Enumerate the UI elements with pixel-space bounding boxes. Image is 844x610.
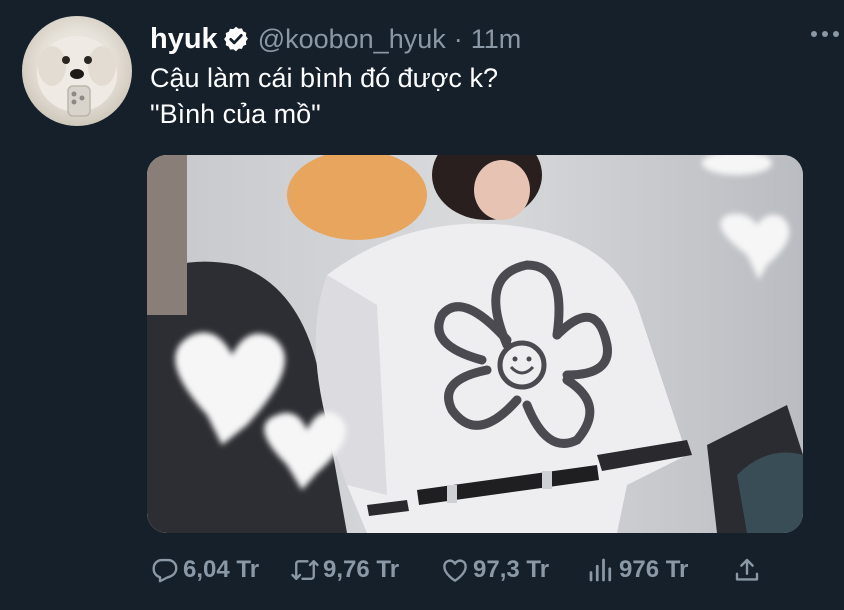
avatar-dog-image <box>37 36 117 117</box>
user-handle[interactable]: @koobon_hyuk <box>258 24 446 55</box>
header-separator: · <box>453 23 463 54</box>
reply-bubble-icon <box>150 555 180 585</box>
tweet-timestamp[interactable]: 11m <box>471 24 522 55</box>
tweet-text-line: "Bình của mồ" <box>150 99 321 129</box>
more-dots-icon[interactable] <box>808 24 842 44</box>
tweet-header: hyuk @koobon_hyuk · 11m <box>150 22 521 56</box>
retweet-count: 9,76 Tr <box>323 556 400 583</box>
display-name[interactable]: hyuk <box>150 23 218 56</box>
tweet-media-image[interactable] <box>147 155 803 533</box>
retweet-button[interactable]: 9,76 Tr <box>290 552 399 588</box>
views-button[interactable]: 976 Tr <box>586 552 688 588</box>
reply-count: 6,04 Tr <box>183 556 260 583</box>
like-count: 97,3 Tr <box>473 556 550 583</box>
share-button[interactable] <box>732 552 765 588</box>
share-upload-icon <box>732 555 762 585</box>
reply-button[interactable]: 6,04 Tr <box>150 552 259 588</box>
view-count: 976 Tr <box>619 556 689 583</box>
like-button[interactable]: 97,3 Tr <box>440 552 549 588</box>
profile-avatar[interactable] <box>22 16 132 126</box>
retweet-arrows-icon <box>290 555 320 585</box>
tweet-text-line: Cậu làm cái bình đó được k? <box>150 63 498 93</box>
tweet-text: Cậu làm cái bình đó được k? "Bình của mồ… <box>150 60 498 132</box>
tweet-actions-bar: 6,04 Tr 9,76 Tr 97,3 Tr 976 Tr <box>150 552 844 588</box>
analytics-bars-icon <box>586 555 616 585</box>
verified-badge-icon <box>222 25 250 53</box>
heart-icon <box>440 555 470 585</box>
